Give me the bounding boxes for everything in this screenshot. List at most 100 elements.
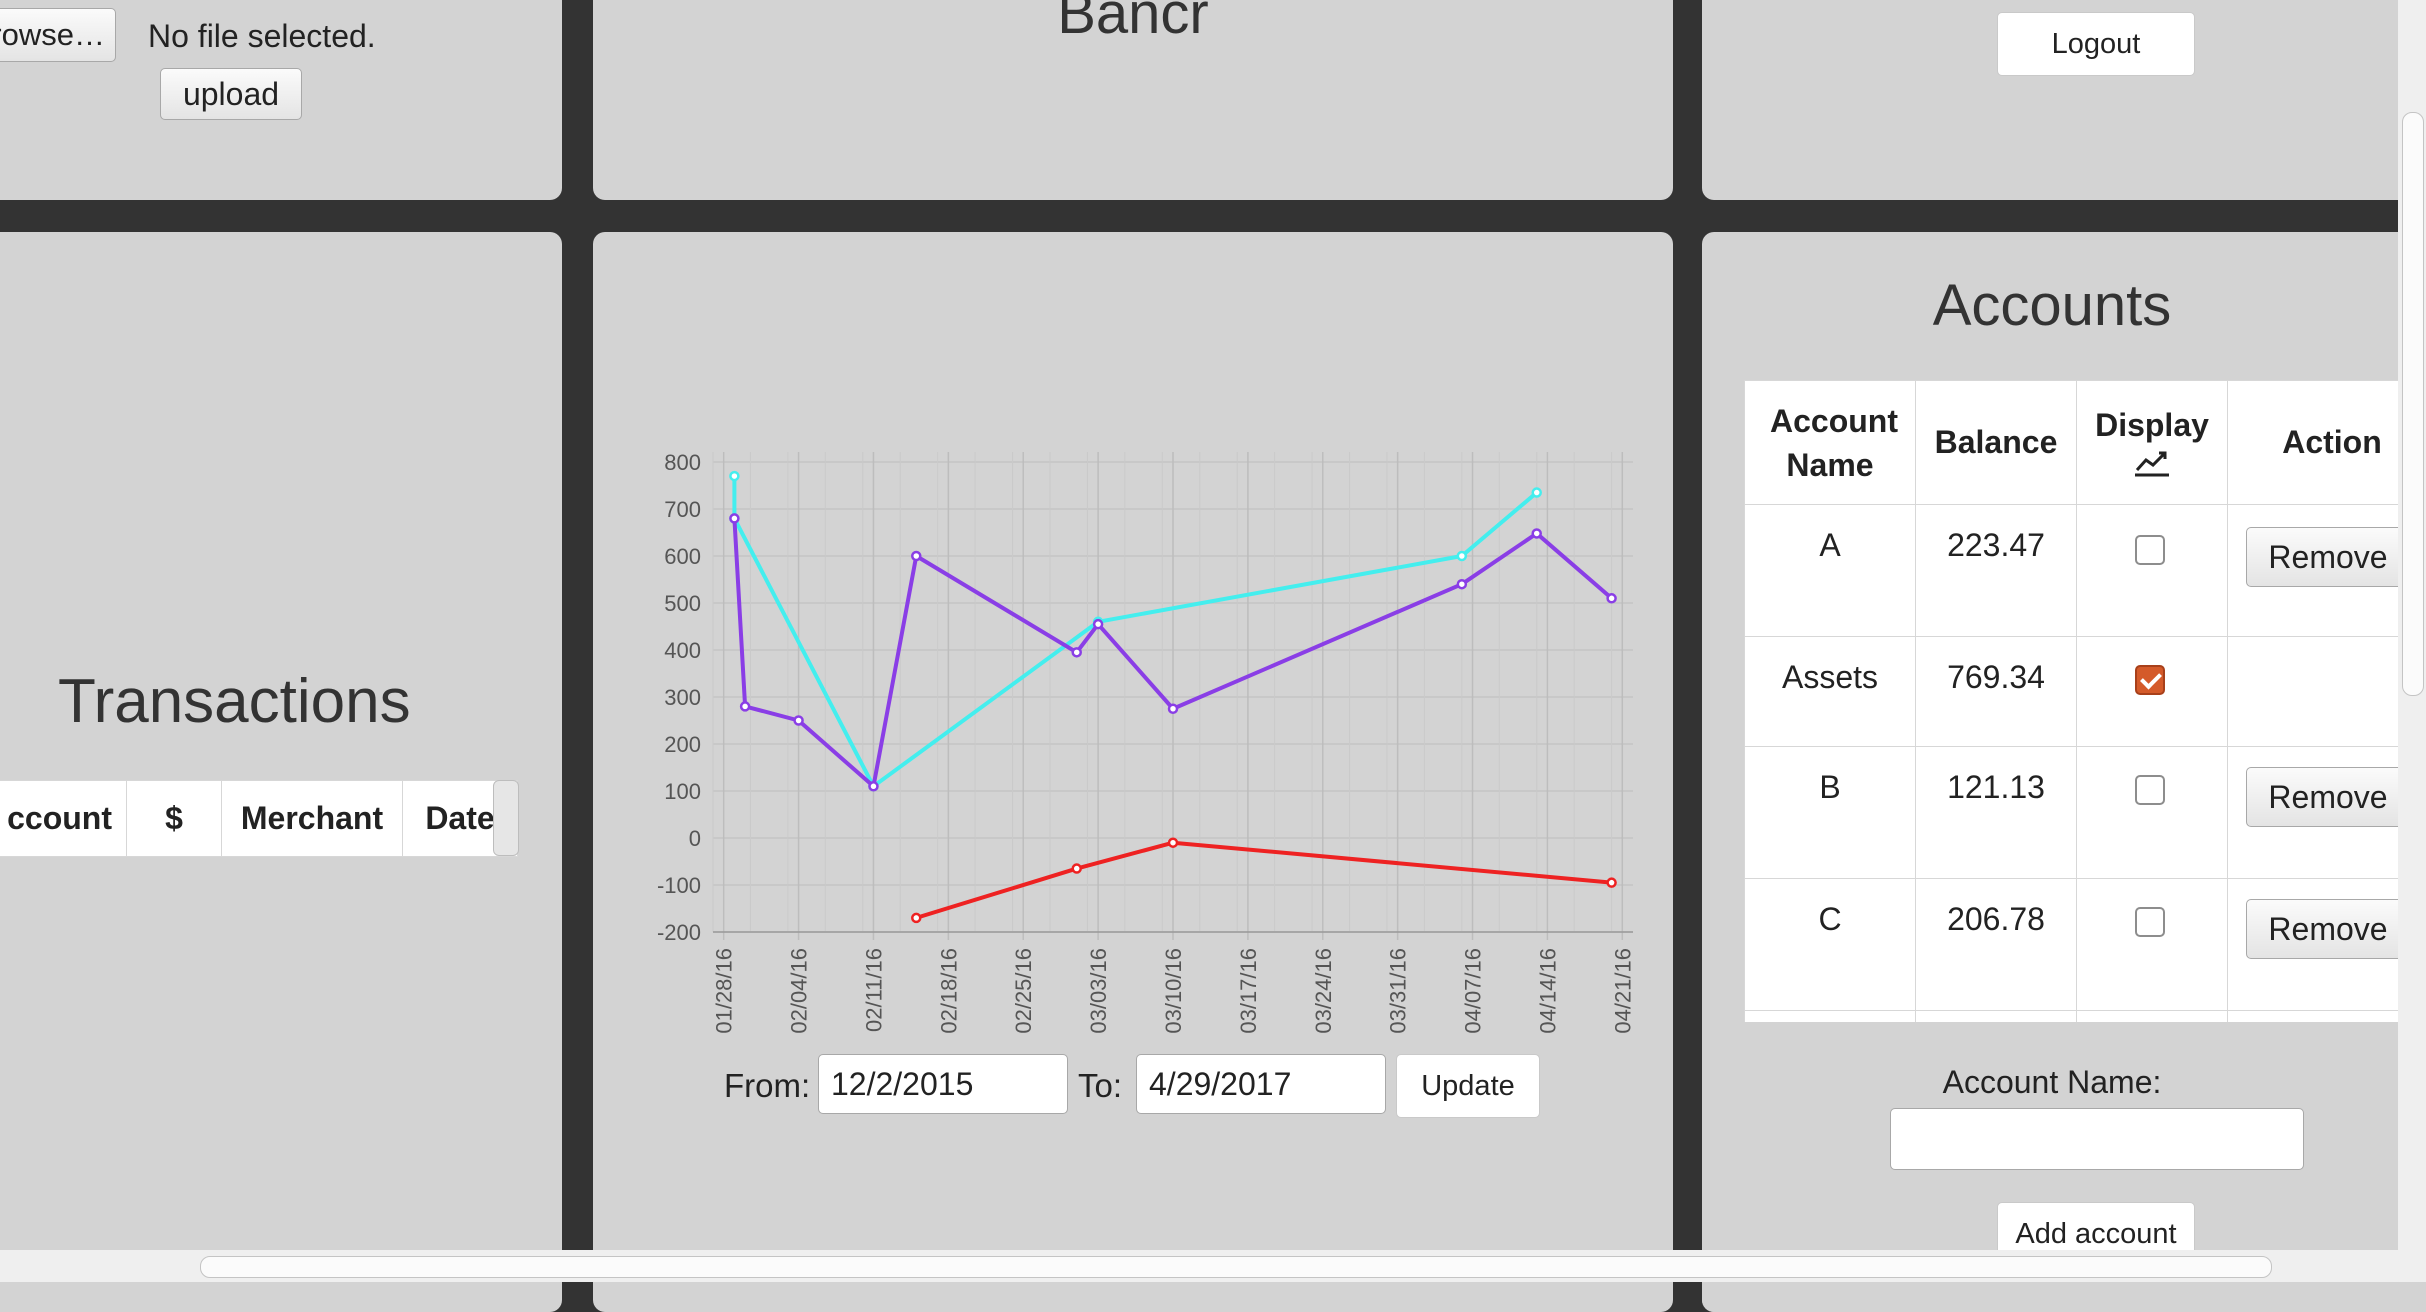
display-cell	[2077, 747, 2228, 879]
data-point	[1608, 594, 1616, 602]
display-cell	[2077, 637, 2228, 747]
upload-button[interactable]: upload	[160, 68, 302, 120]
column-display-label: Display	[2078, 407, 2226, 444]
data-point	[730, 472, 738, 480]
file-status: No file selected.	[148, 18, 376, 55]
y-tick-label: 500	[664, 591, 701, 616]
from-date-input[interactable]	[818, 1054, 1068, 1114]
x-tick-label: 01/28/16	[712, 948, 737, 1034]
transactions-scrollbar[interactable]	[493, 780, 519, 856]
column-action: Action	[2228, 381, 2426, 505]
display-checkbox[interactable]	[2135, 775, 2165, 805]
accounts-header-row: Account Name Balance Display Action	[1745, 381, 2426, 505]
data-point	[1073, 865, 1081, 873]
column-display: Display	[2077, 381, 2228, 505]
data-point	[795, 717, 803, 725]
remove-button[interactable]: Remove	[2246, 767, 2410, 827]
browse-button[interactable]: rowse…	[0, 8, 116, 62]
x-tick-label: 03/31/16	[1386, 948, 1411, 1034]
remove-button[interactable]: Remove	[2246, 527, 2410, 587]
x-tick-label: 04/07/16	[1461, 948, 1486, 1034]
x-tick-label: 02/25/16	[1011, 948, 1036, 1034]
horizontal-scrollbar[interactable]	[0, 1250, 2400, 1282]
data-point	[1169, 705, 1177, 713]
upload-panel: rowse… No file selected. upload	[0, 0, 562, 200]
data-point	[1533, 489, 1541, 497]
remove-button[interactable]: Remove	[2246, 899, 2410, 959]
logout-button[interactable]: Logout	[1997, 12, 2195, 76]
data-point	[912, 552, 920, 560]
data-point	[1094, 620, 1102, 628]
action-cell: Remove	[2228, 747, 2426, 879]
data-point	[730, 514, 738, 522]
column-amount: $	[127, 781, 222, 857]
to-date-input[interactable]	[1136, 1054, 1386, 1114]
chart-line-icon	[2133, 448, 2171, 478]
x-tick-label: 02/18/16	[936, 948, 961, 1034]
to-label: To:	[1078, 1067, 1122, 1105]
x-tick-label: 04/21/16	[1610, 948, 1635, 1034]
balance-chart: 8007006005004003002001000-100-200 01/28/…	[593, 232, 1673, 1052]
account-name-input[interactable]	[1890, 1108, 2304, 1170]
data-point	[1458, 580, 1466, 588]
accounts-title: Accounts	[1702, 272, 2402, 339]
x-tick-label: 03/17/16	[1236, 948, 1261, 1034]
y-tick-label: 800	[664, 450, 701, 475]
column-account: ccount	[0, 781, 127, 857]
transactions-header-row: ccount $ Merchant Date	[0, 781, 518, 857]
accounts-table: Account Name Balance Display Action A 22…	[1744, 380, 2426, 1031]
account-balance: 206.78	[1916, 879, 2077, 1011]
data-point	[1458, 552, 1466, 560]
vertical-scrollbar[interactable]	[2398, 0, 2426, 1282]
account-row: Assets 769.34	[1745, 637, 2426, 747]
column-balance: Balance	[1916, 381, 2077, 505]
account-name: B	[1745, 747, 1916, 879]
transactions-table: ccount $ Merchant Date	[0, 780, 518, 857]
column-account-name: Account Name	[1745, 381, 1916, 505]
app-title: Bancr	[593, 0, 1673, 47]
account-name-label: Account Name:	[1702, 1064, 2402, 1101]
action-cell	[2228, 637, 2426, 747]
y-tick-label: 700	[664, 497, 701, 522]
x-tick-label: 03/24/16	[1311, 948, 1336, 1034]
account-balance: 769.34	[1916, 637, 2077, 747]
from-label: From:	[724, 1067, 810, 1105]
y-tick-label: 0	[689, 826, 701, 851]
display-checkbox[interactable]	[2135, 535, 2165, 565]
column-merchant: Merchant	[222, 781, 403, 857]
account-row: B 121.13 Remove	[1745, 747, 2426, 879]
y-tick-label: -200	[657, 920, 701, 945]
y-tick-label: 400	[664, 638, 701, 663]
y-tick-label: 100	[664, 779, 701, 804]
display-cell	[2077, 505, 2228, 637]
x-tick-label: 03/03/16	[1086, 948, 1111, 1034]
data-point	[1533, 529, 1541, 537]
data-point	[1073, 648, 1081, 656]
transactions-title: Transactions	[58, 666, 411, 737]
vertical-scrollbar-thumb[interactable]	[2402, 112, 2424, 696]
display-cell	[2077, 879, 2228, 1011]
chart-panel: 8007006005004003002001000-100-200 01/28/…	[593, 232, 1673, 1312]
account-balance: 223.47	[1916, 505, 2077, 637]
account-name: A	[1745, 505, 1916, 637]
header-panel: Bancr	[593, 0, 1673, 200]
accounts-panel: Accounts Account Name Balance Display Ac…	[1702, 232, 2426, 1312]
y-tick-label: 600	[664, 544, 701, 569]
x-tick-label: 02/11/16	[861, 948, 886, 1032]
data-point	[1169, 839, 1177, 847]
data-point	[912, 914, 920, 922]
transactions-panel: Transactions ccount $ Merchant Date	[0, 232, 562, 1312]
data-point	[869, 782, 877, 790]
user-panel: Logout	[1702, 0, 2426, 200]
update-button[interactable]: Update	[1396, 1054, 1540, 1118]
x-tick-label: 03/10/16	[1161, 948, 1186, 1034]
x-tick-label: 04/14/16	[1535, 948, 1560, 1034]
action-cell: Remove	[2228, 505, 2426, 637]
column-account-name-label: Account Name	[1770, 399, 1890, 487]
display-checkbox[interactable]	[2135, 665, 2165, 695]
data-point	[1608, 879, 1616, 887]
horizontal-scrollbar-thumb[interactable]	[200, 1256, 2272, 1278]
account-row: A 223.47 Remove	[1745, 505, 2426, 637]
display-checkbox[interactable]	[2135, 907, 2165, 937]
y-tick-label: -100	[657, 873, 701, 898]
